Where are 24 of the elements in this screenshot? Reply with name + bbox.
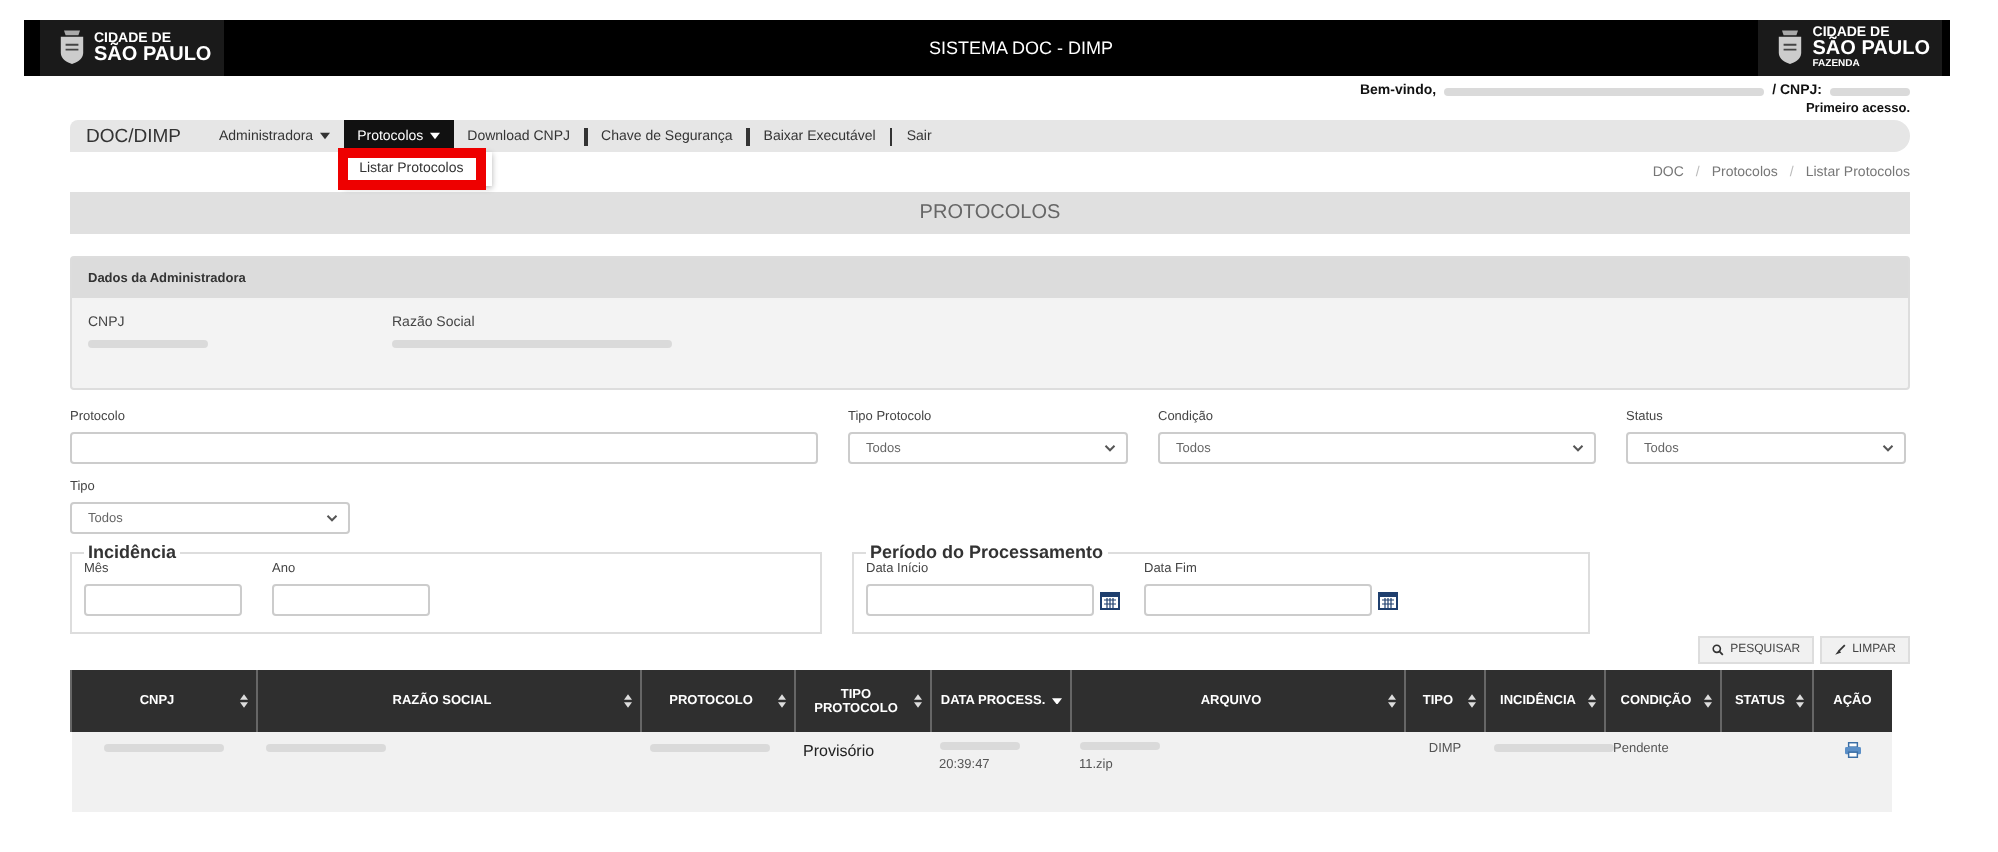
page-title: PROTOCOLOS [919, 202, 1061, 224]
protocol-input[interactable] [70, 432, 818, 464]
year-input[interactable] [272, 584, 430, 616]
month-input[interactable] [84, 584, 242, 616]
table-cell: Provisório [803, 742, 875, 760]
printer-icon[interactable] [1843, 742, 1861, 758]
calendar-icon[interactable] [1100, 590, 1120, 610]
date-input[interactable] [866, 584, 1094, 616]
search-icon [1712, 644, 1725, 656]
brand-link[interactable]: DOC/DIMP [86, 125, 181, 147]
chevron-down-icon [326, 514, 338, 522]
chevron-down-icon [1104, 444, 1116, 452]
eraser-icon [1834, 644, 1847, 656]
system-title: SISTEMA DOC - DIMP [928, 38, 1113, 58]
logo-text: SÃO PAULO [1812, 40, 1930, 60]
calendar-icon[interactable] [1378, 590, 1398, 610]
crest-icon [1774, 30, 1807, 66]
crest-icon [56, 30, 88, 66]
chevron-down-icon [1572, 444, 1584, 452]
logo-text: SÃO PAULO [94, 45, 212, 65]
date-input[interactable] [1144, 584, 1372, 616]
group-title: Período do Processamento [868, 542, 1106, 562]
chevron-down-icon [1882, 444, 1894, 452]
group-title: Incidência [86, 542, 179, 562]
